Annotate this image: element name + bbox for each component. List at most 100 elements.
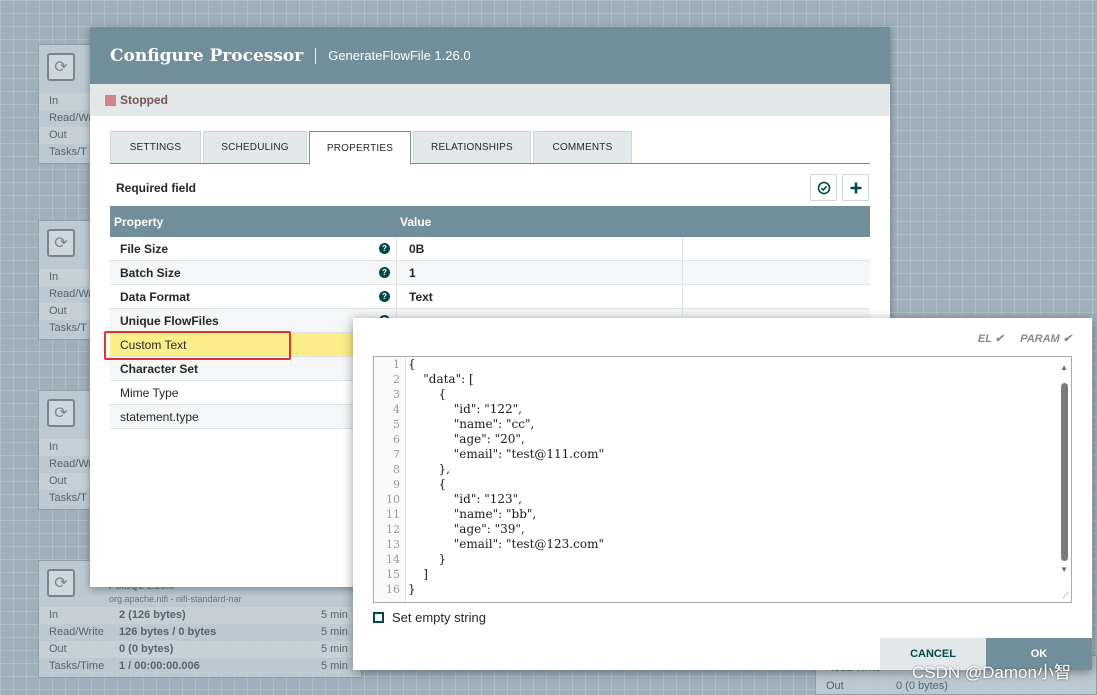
property-name: Unique FlowFiles	[120, 313, 219, 328]
line-number: 1	[393, 358, 400, 371]
column-header-property: Property	[114, 214, 164, 229]
stat-label: Out	[49, 643, 67, 655]
property-actions-cell	[682, 261, 870, 284]
code-line: "age": "39",	[408, 522, 525, 536]
processor-icon: ⟳	[47, 569, 75, 597]
help-icon[interactable]: ?	[379, 291, 390, 302]
property-value-editor: EL ✔ PARAM ✔ 1 2 3 4 5 6 7 8 9 10 11 12 …	[353, 318, 1092, 670]
canvas-processor-1[interactable]: ⟳ In Read/Wr Out Tasks/T	[38, 44, 98, 164]
set-empty-string-option[interactable]: Set empty string	[373, 610, 486, 625]
line-number: 9	[393, 478, 400, 491]
property-name-cell: Data Format?	[110, 285, 396, 308]
editor-scrollbar[interactable]: ▲ ▼	[1057, 357, 1071, 602]
code-text[interactable]: { "data": [ { "id": "122", "name": "cc",…	[408, 357, 1055, 597]
plus-icon	[850, 182, 861, 193]
title-separator	[315, 47, 317, 64]
line-number: 7	[393, 448, 400, 461]
line-number: 16	[386, 583, 400, 596]
line-number-gutter: 1 2 3 4 5 6 7 8 9 10 11 12 13 14 15 16	[374, 357, 406, 602]
tab-comments[interactable]: COMMENTS	[533, 131, 632, 163]
add-property-button[interactable]	[842, 174, 869, 201]
set-empty-string-checkbox[interactable]	[373, 612, 384, 623]
dialog-header: Configure Processor GenerateFlowFile 1.2…	[90, 27, 890, 84]
properties-table-header: Property Value	[110, 206, 870, 237]
property-name: Mime Type	[120, 385, 179, 400]
code-line: "email": "test@123.com"	[408, 537, 604, 551]
line-number: 12	[386, 523, 400, 536]
code-editor[interactable]: 1 2 3 4 5 6 7 8 9 10 11 12 13 14 15 16 {…	[373, 356, 1072, 603]
line-number: 2	[393, 373, 400, 386]
line-number: 8	[393, 463, 400, 476]
property-value[interactable]: 0B	[396, 237, 682, 260]
processor-stats: In Read/Wr Out Tasks/T	[39, 269, 97, 337]
property-actions-cell	[682, 285, 870, 308]
tab-scheduling[interactable]: SCHEDULING	[203, 131, 307, 163]
processor-icon: ⟳	[47, 399, 75, 427]
property-value[interactable]: Text	[396, 285, 682, 308]
line-number: 10	[386, 493, 400, 506]
canvas-processor-2[interactable]: ⟳ In Read/Wr Out Tasks/T	[38, 220, 98, 340]
code-line: {	[408, 387, 447, 401]
line-number: 4	[393, 403, 400, 416]
set-empty-string-label: Set empty string	[392, 610, 486, 625]
help-icon[interactable]: ?	[379, 243, 390, 254]
processor-icon: ⟳	[47, 53, 75, 81]
help-icon[interactable]: ?	[379, 267, 390, 278]
property-name: Data Format	[120, 289, 191, 304]
verify-properties-button[interactable]	[810, 174, 837, 201]
param-supported-flag: PARAM ✔	[1020, 333, 1072, 345]
scrollbar-thumb[interactable]	[1061, 383, 1068, 561]
line-number: 5	[393, 418, 400, 431]
code-line: {	[408, 357, 416, 371]
code-line: }	[408, 552, 447, 566]
check-circle-icon	[817, 181, 830, 194]
resize-grip-icon[interactable]: ⟋	[1063, 590, 1069, 601]
run-status-bar: Stopped	[90, 84, 890, 116]
property-actions-cell	[682, 237, 870, 260]
stat-label: Read/Write	[49, 626, 104, 638]
dialog-tabs: SETTINGS SCHEDULING PROPERTIES RELATIONS…	[110, 131, 870, 165]
required-field-label: Required field	[116, 181, 197, 195]
property-value[interactable]: 1	[396, 261, 682, 284]
line-number: 15	[386, 568, 400, 581]
stat-label: In	[49, 609, 59, 621]
code-line: "id": "122",	[408, 402, 522, 416]
code-line: "id": "123",	[408, 492, 522, 506]
dialog-title: Configure Processor	[110, 45, 304, 66]
code-line: "name": "bb",	[408, 507, 537, 521]
stat-value: 0 (0 bytes)	[119, 643, 174, 655]
processor-stats: In Read/Wr Out Tasks/T	[39, 93, 97, 161]
property-name-cell: File Size?	[110, 237, 396, 260]
code-line: ]	[408, 567, 428, 581]
annotation-highlight-box	[104, 331, 291, 360]
tab-relationships[interactable]: RELATIONSHIPS	[413, 131, 531, 163]
code-line: "data": [	[408, 372, 474, 386]
property-name: Character Set	[120, 361, 199, 376]
line-number: 6	[393, 433, 400, 446]
scroll-down-arrow-icon[interactable]: ▼	[1060, 565, 1068, 574]
property-row-data-format[interactable]: Data Format? Text	[110, 285, 870, 309]
line-number: 11	[386, 508, 400, 521]
code-line: "name": "cc",	[408, 417, 535, 431]
processor-stats: In Read/Wr Out Tasks/T	[39, 439, 97, 507]
stat-label: Tasks/Time	[49, 660, 105, 672]
dialog-subtitle: GenerateFlowFile 1.26.0	[328, 48, 471, 63]
canvas-processor-3[interactable]: ⟳ In Read/Wr Out Tasks/T	[38, 390, 98, 510]
code-line: }	[408, 582, 416, 596]
stat-value: 126 bytes / 0 bytes	[119, 626, 217, 638]
property-name: Batch Size	[120, 265, 181, 280]
stat-value: 2 (126 bytes)	[119, 609, 186, 621]
property-name: statement.type	[120, 409, 199, 424]
el-supported-flag: EL ✔	[977, 333, 1004, 345]
code-line: "email": "test@111.com"	[408, 447, 604, 461]
tab-settings[interactable]: SETTINGS	[110, 131, 201, 163]
stat-label: Out	[826, 680, 844, 692]
property-name: File Size	[120, 241, 169, 256]
property-row-batch-size[interactable]: Batch Size? 1	[110, 261, 870, 285]
code-line: {	[408, 477, 447, 491]
tab-properties[interactable]: PROPERTIES	[309, 131, 411, 165]
property-row-file-size[interactable]: File Size? 0B	[110, 237, 870, 261]
code-line: },	[408, 462, 450, 476]
code-line: "age": "20",	[408, 432, 525, 446]
scroll-up-arrow-icon[interactable]: ▲	[1060, 363, 1068, 372]
